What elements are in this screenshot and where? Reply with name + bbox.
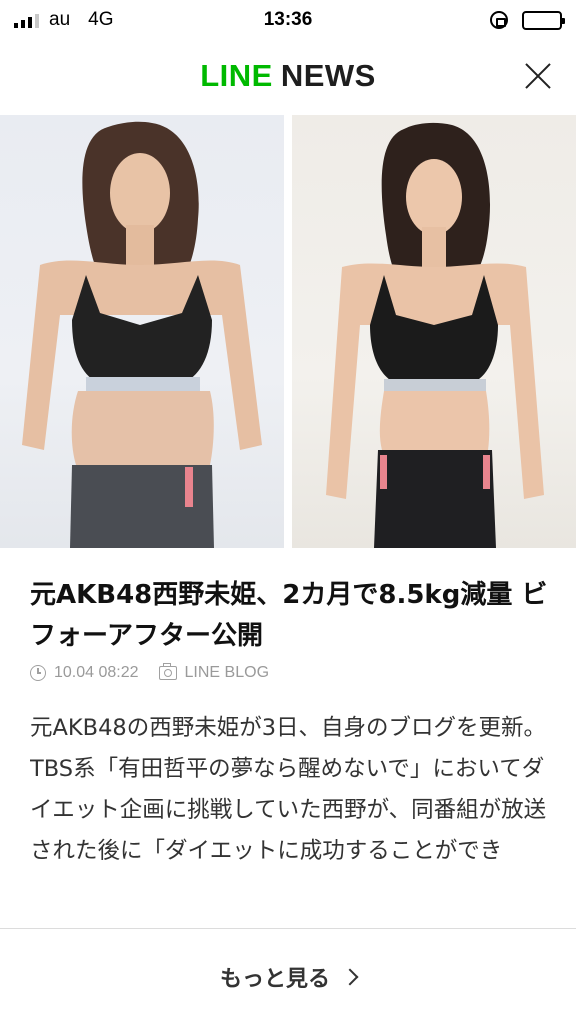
- article-body: 元AKB48の西野未姫が3日、自身のブログを更新。TBS系「有田哲平の夢なら醒め…: [30, 715, 547, 864]
- read-more-button[interactable]: もっと見る: [219, 961, 359, 993]
- app-header: LINE NEWS: [0, 40, 576, 112]
- camera-icon: [158, 663, 177, 680]
- photo-before: [0, 115, 284, 548]
- before-figure-illustration: [22, 121, 262, 548]
- article-photo: [0, 115, 576, 548]
- read-more-label: もっと見る: [219, 966, 330, 992]
- article-meta: 10.04 08:22 LINE BLOG: [30, 663, 269, 682]
- battery-icon: [522, 10, 565, 30]
- line-news-logo: LINE NEWS: [200, 58, 376, 94]
- article-headline[interactable]: 元AKB48西野未姫、2カ月で8.5kg減量 ビフォーアフター公開: [30, 575, 550, 657]
- rotation-lock-icon: [490, 11, 508, 29]
- status-bar: au 4G 13:36: [0, 0, 576, 40]
- after-figure-illustration: [326, 122, 544, 548]
- status-right: [490, 0, 565, 40]
- article-source[interactable]: LINE BLOG: [185, 664, 269, 682]
- article-date: 10.04 08:22: [54, 664, 139, 681]
- logo-news-text: NEWS: [280, 58, 376, 93]
- photo-after: [292, 115, 576, 548]
- carrier-label: au: [49, 9, 71, 30]
- clock-time: 13:36: [263, 9, 313, 30]
- chevron-right-icon: [341, 968, 359, 985]
- clock-icon: [30, 665, 46, 681]
- close-icon[interactable]: [520, 58, 556, 94]
- logo-line-text: LINE: [200, 58, 273, 93]
- network-label: 4G: [88, 9, 114, 30]
- signal-icon: [14, 12, 39, 28]
- footer-bar: もっと見る: [0, 928, 576, 1024]
